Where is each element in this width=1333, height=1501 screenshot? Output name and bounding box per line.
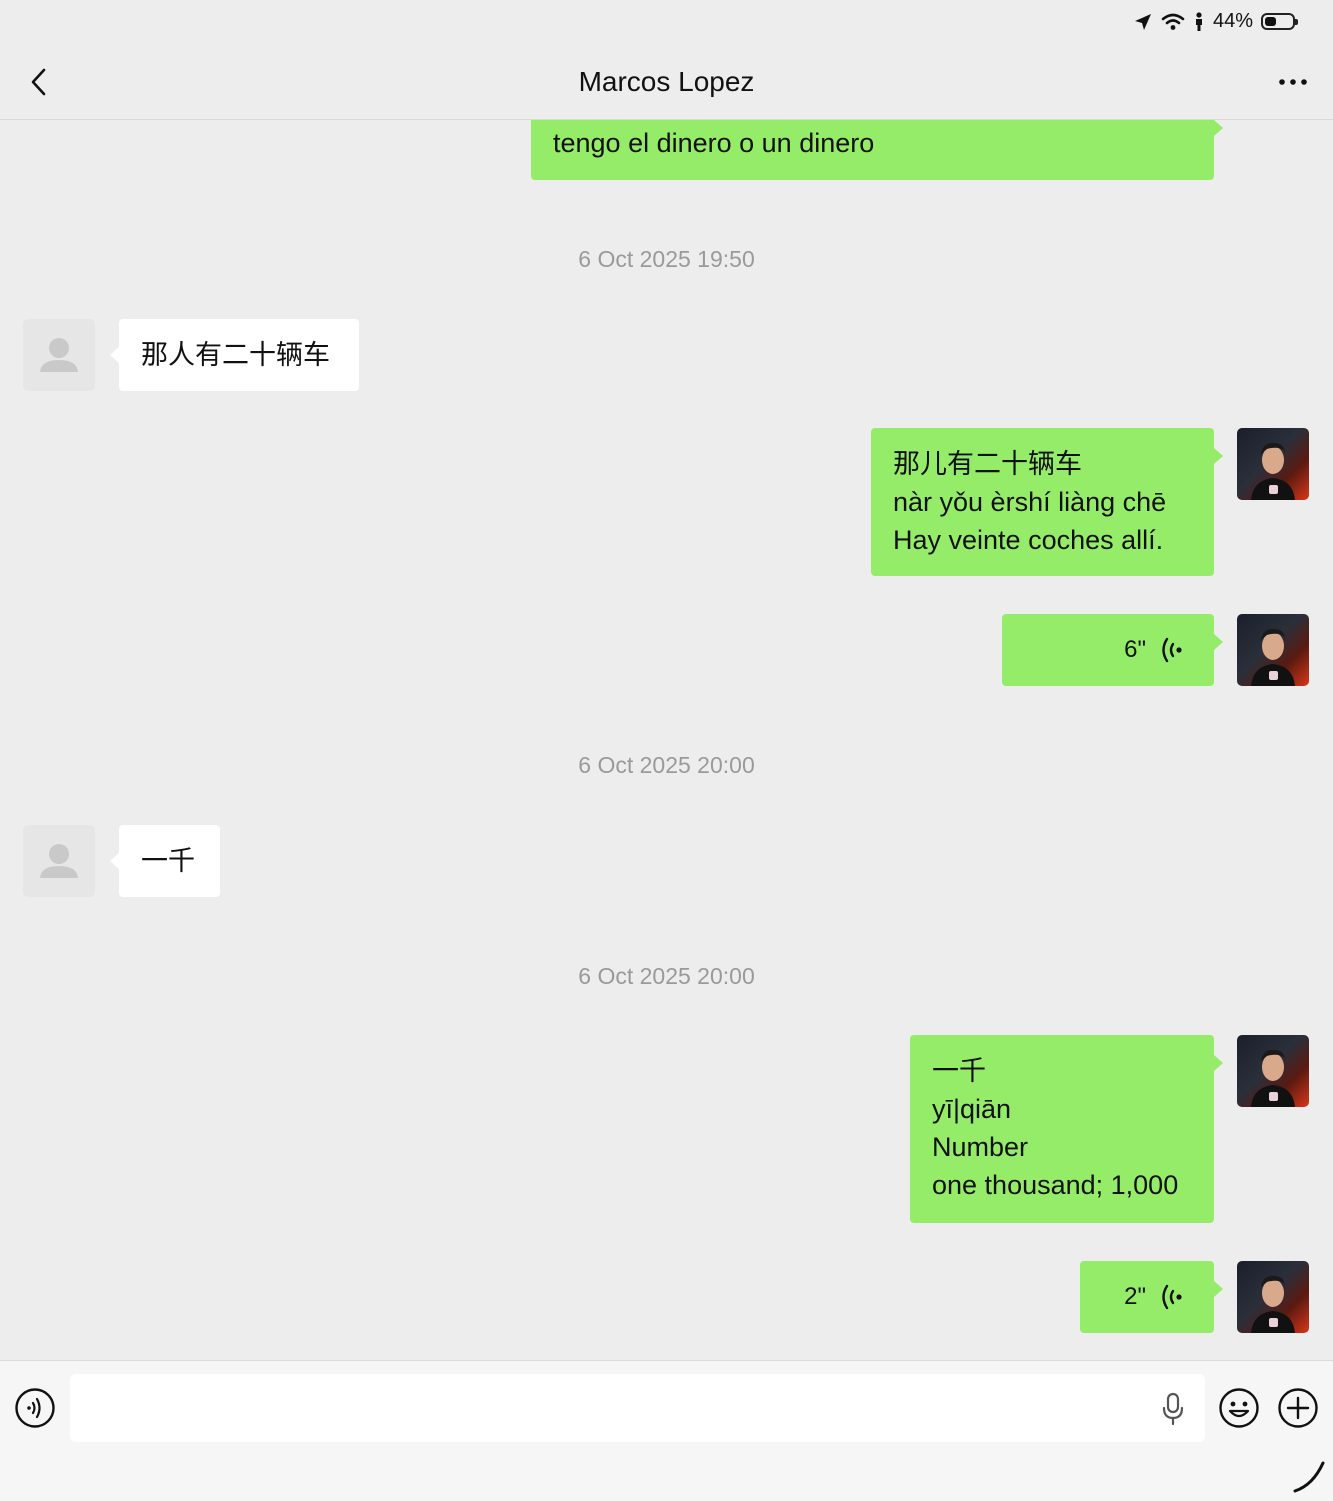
default-user-icon [40,338,78,372]
microphone-icon[interactable] [1157,1391,1189,1427]
default-user-icon [40,844,78,878]
my-avatar[interactable] [1237,428,1309,500]
message-line-pinyin: nàr yǒu èrshí liàng chē [893,487,1167,517]
location-arrow-icon [1134,13,1151,30]
chat-title: Marcos Lopez [578,66,755,97]
profile-photo [1251,1275,1295,1333]
message-text: 那人有二十辆车 [141,340,330,370]
message-line-translation: one thousand; 1,000 [932,1170,1179,1200]
voice-mode-icon[interactable] [14,1387,56,1429]
message-line-pinyin: yī|qiān [932,1094,1012,1124]
input-bar [0,1360,1333,1501]
more-dots-icon[interactable] [1275,64,1311,100]
message-outgoing[interactable]: 那儿有二十辆车 nàr yǒu èrshí liàng chē Hay vein… [871,428,1223,576]
contact-avatar[interactable] [23,825,95,897]
wifi-icon [1161,13,1185,30]
status-bar: 44% [0,0,1333,46]
emoji-icon[interactable] [1218,1387,1260,1429]
profile-photo [1251,628,1295,686]
message-line-hanzi: 一千 [932,1056,986,1086]
message-line-translation: Hay veinte coches allí. [893,525,1164,555]
battery-percent: 44% [1212,10,1253,32]
voice-duration: 2" [1124,1283,1146,1310]
profile-photo [1251,1049,1295,1107]
my-avatar[interactable] [1237,1035,1309,1107]
voice-duration: 6" [1124,636,1146,663]
voice-message[interactable]: 2" [1080,1261,1223,1333]
voice-wave-icon [1162,1284,1182,1310]
plus-icon[interactable] [1277,1387,1319,1429]
message-outgoing[interactable]: 一千 yī|qiān Number one thousand; 1,000 [910,1035,1223,1223]
voice-message[interactable]: 6" [1002,614,1223,686]
message-incoming[interactable]: 一千 [110,825,220,897]
message-line-hanzi: 那儿有二十辆车 [893,449,1082,479]
battery-icon [1261,13,1298,30]
profile-photo [1251,442,1295,500]
resize-handle-icon [1293,1461,1325,1493]
battery-level [1265,17,1276,26]
timestamp: 6 Oct 2025 20:00 [578,752,755,778]
chat-history[interactable]: tengo el dinero o un dinero 6 Oct 2025 1… [0,0,1333,1360]
message-text: 一千 [141,846,195,876]
nav-bar: Marcos Lopez [0,46,1333,120]
timestamp: 6 Oct 2025 20:00 [578,963,755,989]
message-input[interactable] [70,1374,1205,1442]
message-line-category: Number [932,1132,1029,1162]
status-indicators: 44% [1133,10,1298,33]
message-incoming[interactable]: 那人有二十辆车 [110,319,359,391]
contact-avatar[interactable] [23,319,95,391]
message-text: tengo el dinero o un dinero [553,128,875,158]
my-avatar[interactable] [1237,1261,1309,1333]
person-icon [1195,11,1202,31]
my-avatar[interactable] [1237,614,1309,686]
voice-wave-icon [1162,637,1182,663]
timestamp: 6 Oct 2025 19:50 [578,246,755,272]
